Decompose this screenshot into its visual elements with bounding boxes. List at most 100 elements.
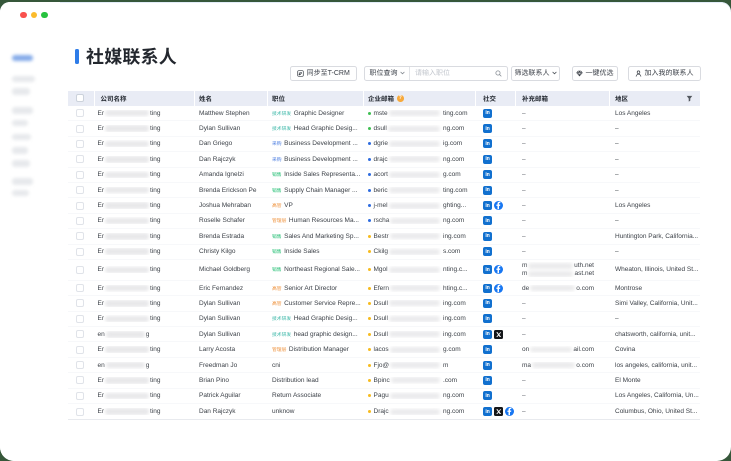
linkedin-icon[interactable]: in [483,407,492,416]
position-tag: 技术研发 [272,125,291,132]
redacted-text [389,331,440,337]
filter-funnel-icon[interactable] [686,95,693,102]
social-cell: in [476,284,516,293]
sidebar-item-4[interactable] [12,107,33,114]
select-all-checkbox[interactable] [76,94,84,102]
email-prefix: j-mel [374,202,388,209]
minimize-window-button[interactable] [31,12,38,19]
sidebar-item-9[interactable] [12,178,33,185]
row-checkbox[interactable] [76,330,84,338]
region-cell: Columbus, Ohio, United St... [610,408,700,415]
row-checkbox[interactable] [76,284,84,292]
email-prefix: Pagu [374,392,389,399]
social-cell: in [476,232,516,241]
sidebar-item-1[interactable] [12,55,33,62]
x-twitter-icon[interactable] [494,330,503,339]
sidebar-item-2[interactable] [12,76,35,83]
zoom-window-button[interactable] [41,12,48,19]
position-search-input[interactable]: 请输入职位 [410,68,507,78]
row-checkbox[interactable] [76,155,84,163]
linkedin-icon[interactable]: in [483,299,492,308]
linkedin-icon[interactable]: in [483,216,492,225]
sidebar-item-6[interactable] [12,134,31,141]
extra-email-cell: – [516,171,610,178]
linkedin-icon[interactable]: in [483,139,492,148]
linkedin-icon[interactable]: in [483,155,492,164]
company-cell: eng [95,331,195,338]
add-to-my-contacts-button[interactable]: 加入我的联系人 [628,66,701,81]
email-prefix: Drajc [374,408,389,415]
row-checkbox[interactable] [76,140,84,148]
extra-email-prefix: de [522,285,529,292]
region-cell: – [610,125,700,132]
social-cell: in [476,216,516,225]
linkedin-icon[interactable]: in [483,345,492,354]
row-checkbox[interactable] [76,266,84,274]
facebook-icon[interactable] [494,201,503,210]
linkedin-icon[interactable]: in [483,265,492,274]
row-checkbox[interactable] [76,346,84,354]
row-checkbox[interactable] [76,361,84,369]
row-checkbox[interactable] [76,392,84,400]
row-checkbox[interactable] [76,202,84,210]
filter-contacts-button[interactable]: 筛选联系人 [511,66,560,81]
facebook-icon[interactable] [494,284,503,293]
facebook-icon[interactable] [505,407,514,416]
sidebar-item-7[interactable] [12,147,28,154]
name-cell: Christy Kilgo [195,248,268,255]
linkedin-icon[interactable]: in [483,284,492,293]
linkedin-icon[interactable]: in [483,391,492,400]
row-checkbox[interactable] [76,299,84,307]
extra-email-cell: – [516,408,610,415]
row-checkbox[interactable] [76,315,84,323]
x-twitter-icon[interactable] [494,407,503,416]
linkedin-icon[interactable]: in [483,247,492,256]
email-cell: Dsulling.com [364,315,476,322]
linkedin-icon[interactable]: in [483,232,492,241]
linkedin-icon[interactable]: in [483,376,492,385]
row-checkbox[interactable] [76,408,84,416]
redacted-text [105,408,149,415]
contacts-table: 公司名称 姓名 职位 企业邮箱? 社交 补充邮箱 地区 ErtingMatthe… [68,91,700,421]
row-checkbox[interactable] [76,109,84,117]
extra-email: deo.com [522,285,594,292]
row-checkbox[interactable] [76,171,84,179]
sidebar-item-8[interactable] [12,160,30,167]
desktop-background: 社媒联系人 同步至T-CRM 职位查询 请输入职位 筛选联系人 一键优选 [0,0,731,461]
name-cell: Eric Fernandez [195,285,268,292]
close-window-button[interactable] [20,12,27,19]
sidebar-item-5[interactable] [12,120,28,127]
sidebar-item-3[interactable] [12,88,30,95]
sync-to-tcrm-button[interactable]: 同步至T-CRM [290,66,357,81]
region-cell: Huntington Park, California... [610,233,700,240]
region-cell: Los Angeles [610,202,700,209]
linkedin-icon[interactable]: in [483,314,492,323]
row-checkbox[interactable] [76,217,84,225]
row-checkbox[interactable] [76,125,84,133]
position-tag: 技术研发 [272,315,291,322]
one-click-optimize-button[interactable]: 一键优选 [572,66,618,81]
row-checkbox[interactable] [76,186,84,194]
linkedin-icon[interactable]: in [483,201,492,210]
position-search-type-select[interactable]: 职位查询 [365,67,410,80]
sidebar [0,2,60,461]
linkedin-icon[interactable]: in [483,330,492,339]
linkedin-icon[interactable]: in [483,124,492,133]
email-prefix: lacos [374,346,389,353]
row-checkbox[interactable] [76,248,84,256]
row-checkbox[interactable] [76,232,84,240]
sidebar-item-10[interactable] [12,190,29,197]
name-cell: Larry Acosta [195,346,268,353]
name-cell: Roselle Schafer [195,217,268,224]
row-checkbox[interactable] [76,376,84,384]
sync-button-label: 同步至T-CRM [307,68,350,78]
facebook-icon[interactable] [494,265,503,274]
email-prefix: beric [374,187,388,194]
linkedin-icon[interactable]: in [483,170,492,179]
extra-email-empty: – [522,217,526,224]
linkedin-icon[interactable]: in [483,186,492,195]
linkedin-icon[interactable]: in [483,361,492,370]
email-help-icon[interactable]: ? [397,95,404,102]
redacted-text [390,233,440,239]
linkedin-icon[interactable]: in [483,109,492,118]
